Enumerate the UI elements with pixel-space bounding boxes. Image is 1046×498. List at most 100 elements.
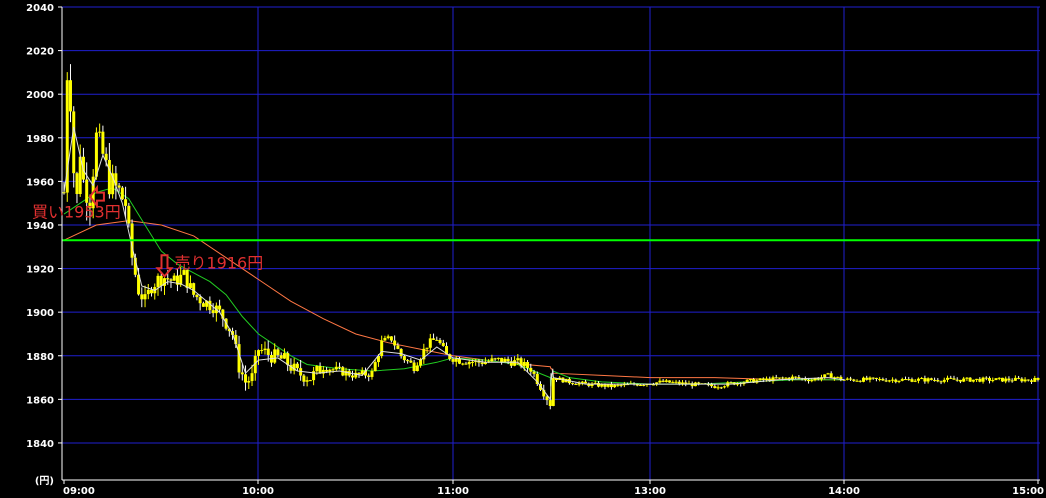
plot-background (0, 0, 1046, 498)
candle-body (250, 373, 254, 382)
candle-body (409, 360, 413, 363)
candle-body (344, 370, 348, 376)
candle-body (467, 361, 471, 365)
candle-body (406, 360, 410, 362)
candle-body (380, 340, 384, 356)
candle-body (997, 377, 1001, 379)
candle-body (172, 275, 176, 281)
candle-body (127, 205, 131, 224)
candle-body (282, 353, 286, 359)
candle-body (965, 377, 969, 379)
x-tick-label: 14:00 (828, 486, 860, 497)
candle-body (1013, 377, 1017, 381)
candle-body (506, 358, 510, 362)
candle-body (936, 380, 940, 382)
candle-body (981, 377, 985, 382)
sell-annotation-label: 売り1916円 (174, 253, 263, 272)
candle-body (201, 303, 205, 307)
candle-body (871, 377, 875, 379)
candle-body (1036, 377, 1040, 380)
candle-body (315, 365, 319, 372)
candle-body (94, 132, 98, 177)
candle-body (457, 358, 461, 364)
candle-body (658, 380, 662, 383)
candle-body (907, 379, 911, 381)
candle-body (897, 380, 901, 382)
candle-body (923, 378, 927, 382)
candle-body (955, 379, 959, 381)
candle-body (117, 185, 121, 188)
candle-body (438, 339, 442, 343)
candle-body (461, 363, 465, 365)
candle-body (198, 297, 202, 304)
candle-body (971, 379, 975, 382)
candle-body (529, 367, 533, 372)
candle-body (389, 336, 393, 341)
candle-body (884, 380, 888, 382)
candle-body (713, 386, 717, 389)
candle-body (169, 279, 173, 281)
candle-body (661, 380, 665, 382)
candle-body (295, 363, 299, 369)
candle-body (574, 384, 578, 386)
candle-body (273, 349, 277, 363)
candle-body (765, 378, 769, 380)
candle-body (62, 192, 66, 194)
candle-body (849, 378, 853, 380)
candle-body (260, 350, 264, 352)
candle-body (451, 359, 455, 362)
candle-body (874, 377, 878, 379)
candle-body (975, 378, 979, 380)
candle-body (432, 338, 436, 340)
candle-body (1017, 377, 1021, 379)
candle-body (166, 278, 170, 280)
candle-body (480, 362, 484, 365)
candle-body (351, 375, 355, 378)
y-tick-label: 1960 (26, 177, 54, 188)
y-tick-label: 2000 (26, 90, 54, 101)
candle-body (218, 305, 222, 310)
candle-body (664, 380, 668, 382)
candle-body (962, 378, 966, 382)
candle-body (396, 345, 400, 349)
candle-body (984, 377, 988, 379)
candle-body (522, 362, 526, 367)
candle-body (674, 381, 678, 383)
candle-body (758, 378, 762, 381)
candle-body (402, 356, 406, 361)
candle-body (926, 378, 930, 382)
candle-body (188, 283, 192, 289)
candle-body (244, 374, 248, 383)
candle-body (367, 375, 371, 377)
chart-canvas: 1840 1860 1880 1900 1920 1940 1960 1980 2000 2020… (0, 0, 1046, 498)
candle-body (887, 380, 891, 382)
candle-body (823, 374, 827, 378)
candle-body (513, 360, 517, 366)
candle-body (75, 173, 79, 195)
candle-body (619, 384, 623, 386)
candle-body (159, 275, 163, 286)
candle-body (668, 380, 672, 383)
candle-body (373, 362, 377, 372)
candle-body (697, 382, 701, 384)
candle-body (357, 372, 361, 375)
candle-body (894, 379, 898, 382)
candle-body (441, 342, 445, 347)
candle-body (852, 379, 856, 381)
candle-body (143, 294, 147, 300)
candle-body (716, 387, 720, 389)
candle-body (904, 379, 908, 381)
x-tick-label: 09:00 (63, 486, 95, 497)
candle-body (305, 380, 309, 382)
candle-body (639, 384, 643, 386)
candle-body (383, 338, 387, 341)
candle-body (748, 379, 752, 381)
candle-body (613, 384, 617, 388)
candle-body (642, 384, 646, 386)
y-tick-label: 1940 (26, 221, 54, 232)
x-tick-label: 15:00 (1012, 486, 1044, 497)
y-unit-label: (円) (35, 475, 54, 487)
candle-body (677, 381, 681, 384)
candle-body (913, 380, 917, 382)
candle-body (211, 310, 215, 314)
